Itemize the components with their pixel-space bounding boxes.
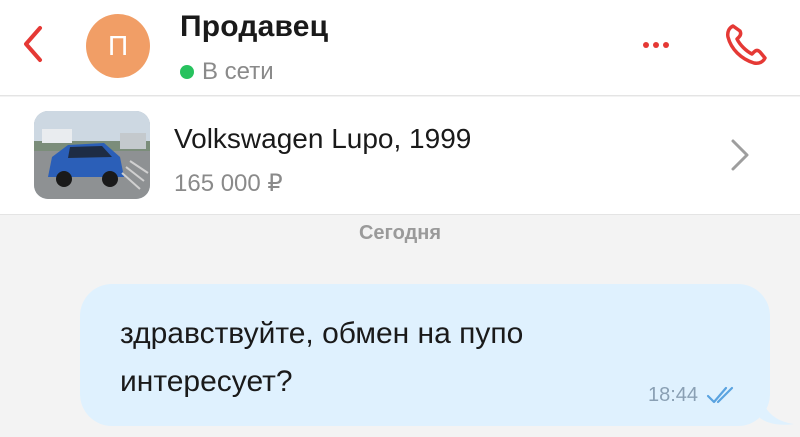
more-dot-icon bbox=[643, 42, 649, 48]
avatar[interactable]: П bbox=[86, 14, 150, 78]
chat-header: П Продавец В сети bbox=[0, 0, 800, 96]
listing-title: Volkswagen Lupo, 1999 bbox=[174, 123, 472, 154]
date-separator: Сегодня bbox=[358, 222, 442, 244]
chevron-right-icon bbox=[731, 139, 749, 171]
message-line: интересует? bbox=[120, 365, 293, 398]
more-button[interactable] bbox=[636, 30, 676, 60]
message-time: 18:44 bbox=[648, 384, 699, 406]
listing-price: 165 000 ₽ bbox=[174, 170, 283, 197]
chevron-left-icon bbox=[24, 26, 42, 62]
avatar-letter: П bbox=[107, 30, 129, 61]
chat-title: Продавец bbox=[180, 10, 329, 43]
car-thumbnail bbox=[34, 111, 150, 199]
listing-card[interactable]: Volkswagen Lupo, 1999 165 000 ₽ bbox=[0, 97, 800, 215]
online-status: В сети bbox=[180, 58, 274, 86]
status-text: В сети bbox=[202, 58, 274, 85]
phone-icon bbox=[726, 24, 767, 65]
call-button[interactable] bbox=[716, 20, 776, 70]
read-ticks-icon bbox=[706, 386, 734, 404]
online-dot-icon bbox=[180, 65, 194, 79]
message-line: здравствуйте, обмен на пупо bbox=[120, 317, 524, 350]
message-text: здравствуйте, обмен на пупо интересует? bbox=[120, 310, 680, 406]
more-dot-icon bbox=[653, 42, 659, 48]
back-button[interactable] bbox=[18, 22, 48, 66]
more-dot-icon bbox=[663, 42, 669, 48]
